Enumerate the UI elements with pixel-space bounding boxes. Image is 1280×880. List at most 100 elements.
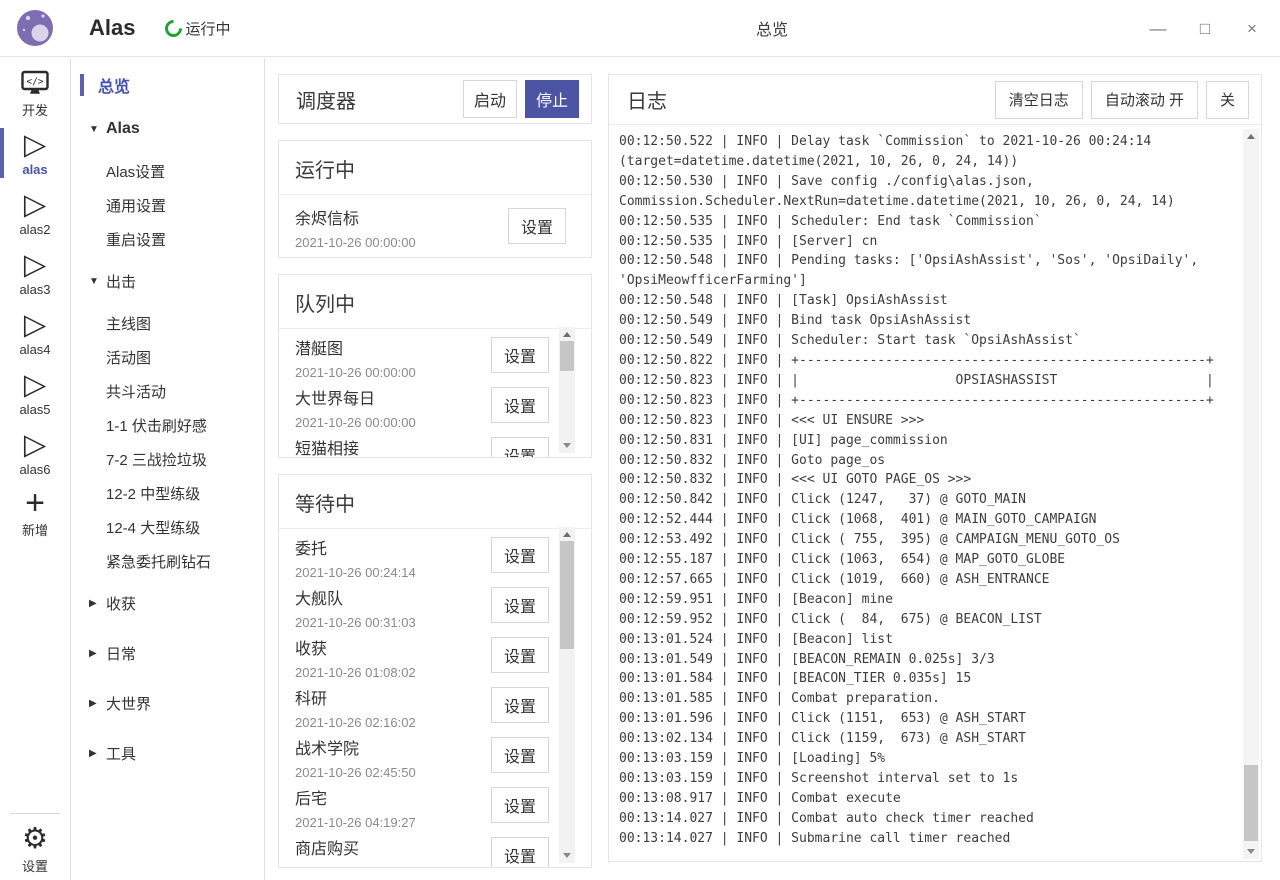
scroll-down-icon[interactable] xyxy=(563,443,571,448)
nav-menu-item[interactable]: 主线图 xyxy=(72,306,264,340)
nav-item-label: 出击 xyxy=(106,271,136,292)
log-line: 00:12:50.549 | INFO | Scheduler: Start t… xyxy=(619,331,1235,351)
rail-item-alas3[interactable]: ▷ alas3 xyxy=(0,243,71,303)
task-settings-button[interactable]: 设置 xyxy=(491,837,549,868)
task-settings-button[interactable]: 设置 xyxy=(491,787,549,823)
nav-menu-item[interactable]: 通用设置 xyxy=(72,188,264,222)
nav-menu-item[interactable]: 12-2 中型练级 xyxy=(72,476,264,510)
nav-item-label: 通用设置 xyxy=(106,195,166,216)
log-line: 00:12:59.952 | INFO | Click ( 84, 675) @… xyxy=(619,610,1235,630)
rail-item-alas6[interactable]: ▷ alas6 xyxy=(0,423,71,483)
scrollbar-thumb[interactable] xyxy=(1244,765,1258,841)
log-card: 日志 清空日志 自动滚动 开 关 00:12:50.522 | INFO | D… xyxy=(608,74,1262,862)
log-output[interactable]: 00:12:50.522 | INFO | Delay task `Commis… xyxy=(609,127,1239,859)
log-line: 00:12:59.951 | INFO | [Beacon] mine xyxy=(619,590,1235,610)
task-row: 战术学院 2021-10-26 02:45:50 设置 xyxy=(279,729,591,779)
log-scrollbar[interactable] xyxy=(1243,129,1259,859)
nav-menu-item[interactable]: ▶ 工具 xyxy=(72,728,264,778)
nav-item-label: 12-4 大型练级 xyxy=(106,517,200,538)
task-settings-button[interactable]: 设置 xyxy=(491,587,549,623)
nav-menu-item[interactable]: 1-1 伏击刷好感 xyxy=(72,408,264,442)
task-row: 大世界每日 2021-10-26 00:00:00 设置 xyxy=(279,379,591,429)
nav-menu-item[interactable]: 7-2 三战捡垃圾 xyxy=(72,442,264,476)
app-name: Alas xyxy=(89,15,135,41)
task-settings-button[interactable]: 设置 xyxy=(491,737,549,773)
scrollbar-thumb[interactable] xyxy=(560,541,574,649)
gear-icon: ⚙ xyxy=(22,823,48,855)
minimize-button[interactable]: — xyxy=(1148,19,1168,39)
play-icon: ▷ xyxy=(24,309,46,341)
rail-item-alas5[interactable]: ▷ alas5 xyxy=(0,363,71,423)
task-settings-button[interactable]: 设置 xyxy=(508,208,566,244)
task-settings-button[interactable]: 设置 xyxy=(491,637,549,673)
nav-menu-item[interactable]: Alas设置 xyxy=(72,154,264,188)
task-next-run-time: 2021-10-26 04:19:27 xyxy=(295,815,481,830)
nav-menu-item[interactable]: 重启设置 xyxy=(72,222,264,256)
rail-item-dev[interactable]: </> 开发 xyxy=(0,63,71,123)
nav-menu-item[interactable]: 12-4 大型练级 xyxy=(72,510,264,544)
rail-item-alas2[interactable]: ▷ alas2 xyxy=(0,183,71,243)
play-icon: ▷ xyxy=(24,189,46,221)
clear-log-button[interactable]: 清空日志 xyxy=(995,81,1083,119)
nav-menu-item[interactable]: 活动图 xyxy=(72,340,264,374)
scroll-up-icon[interactable] xyxy=(563,332,571,337)
rail-item-alas[interactable]: ▷ alas xyxy=(0,123,71,183)
nav-item-label: 紧急委托刷钻石 xyxy=(106,551,211,572)
rail-label: alas3 xyxy=(19,282,50,297)
running-spinner-icon xyxy=(162,16,186,40)
autoscroll-off-button[interactable]: 关 xyxy=(1206,81,1249,119)
task-settings-button[interactable]: 设置 xyxy=(491,387,549,423)
task-row: 潜艇图 2021-10-26 00:00:00 设置 xyxy=(279,329,591,379)
task-settings-button[interactable]: 设置 xyxy=(491,337,549,373)
queued-scrollbar[interactable] xyxy=(559,327,575,453)
scrollbar-thumb[interactable] xyxy=(560,341,574,371)
waiting-scrollbar[interactable] xyxy=(559,527,575,863)
close-button[interactable]: × xyxy=(1242,19,1262,39)
nav-item-label: 大世界 xyxy=(106,693,151,714)
nav-item-label: 收获 xyxy=(106,593,136,614)
task-name: 委托 xyxy=(295,535,481,559)
queued-task-list: 潜艇图 2021-10-26 00:00:00 设置 大世界每日 2021-10… xyxy=(279,329,591,458)
nav-menu-item[interactable]: 共斗活动 xyxy=(72,374,264,408)
scroll-down-icon[interactable] xyxy=(563,853,571,858)
log-line: 00:12:50.548 | INFO | Pending tasks: ['O… xyxy=(619,251,1235,271)
rail-item-alas4[interactable]: ▷ alas4 xyxy=(0,303,71,363)
log-line: 00:12:50.832 | INFO | <<< UI GOTO PAGE_O… xyxy=(619,470,1235,490)
task-row: 商店购买 2021-10-26 04:19:27 设置 xyxy=(279,829,591,868)
scheduler-start-button[interactable]: 启动 xyxy=(463,80,517,118)
rail-item-settings[interactable]: ⚙ 设置 xyxy=(0,818,71,880)
log-line: 00:12:53.492 | INFO | Click ( 755, 395) … xyxy=(619,530,1235,550)
maximize-button[interactable]: □ xyxy=(1195,19,1215,39)
nav-menu-item[interactable]: ▶ 收获 xyxy=(72,578,264,628)
nav-menu-item[interactable]: ▶ 日常 xyxy=(72,628,264,678)
rail-item-add[interactable]: + 新增 xyxy=(0,483,71,543)
queued-card: 队列中 潜艇图 2021-10-26 00:00:00 设置 大世界每日 202… xyxy=(278,274,592,458)
scroll-down-icon[interactable] xyxy=(1247,849,1255,854)
task-next-run-time: 2021-10-26 00:24:14 xyxy=(295,565,481,580)
task-settings-button[interactable]: 设置 xyxy=(491,437,549,458)
rail-label: 设置 xyxy=(22,856,48,875)
play-icon: ▷ xyxy=(24,249,46,281)
nav-item-label: 12-2 中型练级 xyxy=(106,483,200,504)
log-line: 00:13:14.027 | INFO | Submarine call tim… xyxy=(619,829,1235,849)
log-line: 00:12:50.823 | INFO | <<< UI ENSURE >>> xyxy=(619,411,1235,431)
task-name: 战术学院 xyxy=(295,735,481,759)
chevron-icon: ▶ xyxy=(89,598,106,609)
nav-menu-item[interactable]: 总览 xyxy=(72,66,264,104)
log-header: 日志 清空日志 自动滚动 开 关 xyxy=(609,75,1261,125)
task-settings-button[interactable]: 设置 xyxy=(491,537,549,573)
scheduler-stop-button[interactable]: 停止 xyxy=(525,80,579,118)
scheduler-status-text: 运行中 xyxy=(185,18,230,39)
scroll-up-icon[interactable] xyxy=(1247,134,1255,139)
nav-item-label: Alas xyxy=(106,120,140,138)
nav-item-label: 共斗活动 xyxy=(106,381,166,402)
rail-label: alas4 xyxy=(19,342,50,357)
task-settings-button[interactable]: 设置 xyxy=(491,687,549,723)
nav-menu-item[interactable]: ▼ Alas xyxy=(72,104,264,154)
chevron-icon: ▼ xyxy=(89,276,106,287)
nav-menu-item[interactable]: 紧急委托刷钻石 xyxy=(72,544,264,578)
autoscroll-on-button[interactable]: 自动滚动 开 xyxy=(1091,81,1198,119)
nav-menu-item[interactable]: ▼ 出击 xyxy=(72,256,264,306)
scroll-up-icon[interactable] xyxy=(563,532,571,537)
nav-menu-item[interactable]: ▶ 大世界 xyxy=(72,678,264,728)
